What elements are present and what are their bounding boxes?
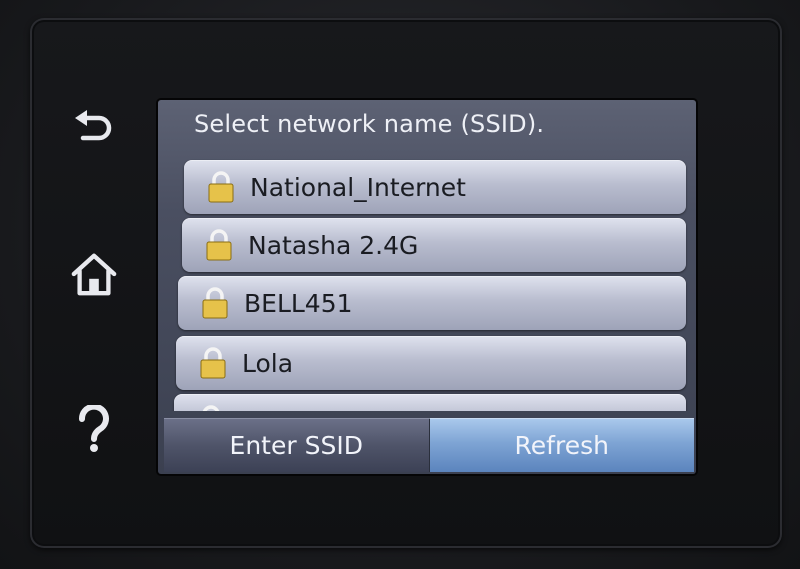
network-item-bell451[interactable]: BELL451 — [178, 276, 686, 330]
network-name: Lola — [242, 348, 294, 378]
lock-icon — [202, 287, 228, 319]
network-item-natasha[interactable]: Natasha 2.4G — [182, 218, 686, 272]
network-name: National_Internet — [250, 172, 466, 202]
network-item-lola[interactable]: Lola — [176, 336, 686, 390]
page-title: Select network name (SSID). — [194, 110, 545, 138]
network-list[interactable]: National_Internet Natasha 2.4G BELL451 L… — [158, 156, 696, 411]
printer-control-panel: Select network name (SSID). National_Int… — [0, 0, 800, 569]
network-item-national-internet[interactable]: National_Internet — [184, 160, 686, 214]
back-arrow-icon — [75, 110, 112, 141]
button-bar: Enter SSID Refresh — [164, 418, 694, 472]
network-item-partial[interactable] — [174, 394, 686, 411]
refresh-button[interactable]: Refresh — [428, 418, 694, 472]
lock-icon — [200, 347, 226, 379]
lock-icon — [206, 229, 232, 261]
network-name: BELL451 — [244, 288, 353, 318]
network-name: Natasha 2.4G — [248, 230, 419, 260]
back-button[interactable] — [70, 104, 118, 152]
help-button[interactable] — [70, 405, 118, 453]
home-icon — [71, 253, 117, 296]
lock-icon — [208, 171, 234, 203]
lock-icon — [202, 405, 220, 411]
home-button[interactable] — [70, 250, 118, 298]
help-question-icon — [78, 405, 109, 452]
touchscreen: Select network name (SSID). National_Int… — [158, 100, 696, 474]
enter-ssid-button[interactable]: Enter SSID — [164, 418, 429, 472]
